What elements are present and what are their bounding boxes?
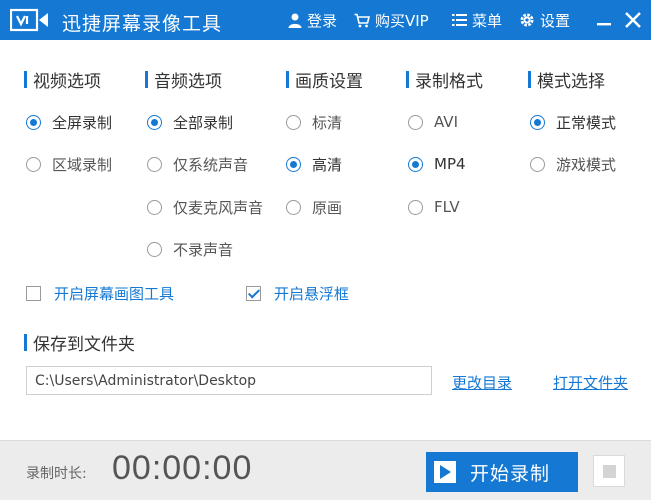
change-directory-link[interactable]: 更改目录 [452,372,512,393]
title-bar: 迅捷屏幕录像工具 登录 购买VIP 菜单 设置 [0,0,651,40]
start-record-label: 开始录制 [470,462,551,485]
radio-no-audio[interactable]: 不录声音 [147,239,233,259]
play-icon [434,461,456,483]
radio-format-avi[interactable]: AVI [408,112,458,132]
save-path-input[interactable] [26,366,432,395]
section-marker [528,70,531,88]
open-folder-link[interactable]: 打开文件夹 [553,372,628,393]
option-label: 不录声音 [173,240,234,259]
radio-original-quality[interactable]: 原画 [286,197,342,217]
radio-button[interactable] [530,114,545,130]
option-label: 正常模式 [556,113,617,132]
radio-record-all-audio[interactable]: 全部录制 [147,112,233,132]
radio-button[interactable] [286,114,301,130]
option-label: AVI [434,113,458,131]
float-frame-label[interactable]: 开启悬浮框 [274,283,349,304]
option-label: 仅系统声音 [173,155,249,174]
option-label: FLV [434,198,460,216]
buy-vip-button[interactable]: 购买VIP [354,10,429,30]
section-title: 视频选项 [33,71,101,92]
section-title: 画质设置 [295,71,363,92]
radio-button[interactable] [147,241,162,257]
radio-fullscreen-record[interactable]: 全屏录制 [26,112,112,132]
radio-standard-quality[interactable]: 标清 [286,112,342,132]
section-marker [145,70,148,88]
video-options-header: 视频选项 [24,69,101,92]
option-label: 标清 [312,113,343,132]
app-logo-icon [10,8,48,32]
user-icon [288,13,302,28]
stop-record-button[interactable] [593,455,625,487]
duration-label: 录制时长: [26,466,87,482]
cart-icon [354,13,370,27]
draw-tool-checkbox-row[interactable]: 开启屏幕画图工具 [26,283,174,303]
start-record-button[interactable]: 开始录制 [426,452,578,492]
bottom-bar: 录制时长: 00:00:00 开始录制 [0,440,651,500]
vip-label: 购买VIP [375,11,429,30]
radio-mic-audio-only[interactable]: 仅麦克风声音 [147,197,263,217]
save-folder-header: 保存到文件夹 [24,332,135,355]
option-label: 游戏模式 [556,155,617,174]
stop-icon [602,464,616,478]
section-marker [406,70,409,88]
radio-button[interactable] [286,156,301,172]
option-label: 仅麦克风声音 [173,198,264,217]
radio-button[interactable] [408,156,423,172]
record-format-header: 录制格式 [406,69,483,92]
radio-button[interactable] [286,199,301,215]
menu-button[interactable]: 菜单 [452,10,502,30]
option-label: 区域录制 [52,155,113,174]
draw-tool-label[interactable]: 开启屏幕画图工具 [54,283,174,304]
radio-button[interactable] [26,156,41,172]
minimize-icon[interactable] [591,7,617,33]
close-icon[interactable] [620,7,646,33]
audio-options-header: 音频选项 [145,69,222,92]
mode-select-header: 模式选择 [528,69,605,92]
radio-button[interactable] [530,156,545,172]
radio-button[interactable] [408,114,423,130]
duration-timer: 00:00:00 [112,449,253,487]
radio-format-mp4[interactable]: MP4 [408,154,466,174]
menu-label: 菜单 [472,11,503,30]
draw-tool-checkbox[interactable] [26,285,41,301]
section-title: 模式选择 [537,71,605,92]
float-frame-checkbox[interactable] [246,285,261,301]
section-title: 录制格式 [415,71,483,92]
app-title: 迅捷屏幕录像工具 [62,13,223,35]
section-marker [24,333,27,351]
login-label: 登录 [307,11,338,30]
option-label: 全屏录制 [52,113,113,132]
settings-label: 设置 [540,11,571,30]
radio-region-record[interactable]: 区域录制 [26,154,112,174]
radio-button[interactable] [147,156,162,172]
section-marker [286,70,289,88]
section-title: 保存到文件夹 [33,334,135,355]
section-marker [24,70,27,88]
radio-format-flv[interactable]: FLV [408,197,460,217]
option-label: MP4 [434,155,466,173]
radio-high-quality[interactable]: 高清 [286,154,342,174]
option-label: 高清 [312,155,343,174]
float-frame-checkbox-row[interactable]: 开启悬浮框 [246,283,349,303]
gear-icon [520,13,534,27]
radio-button[interactable] [147,114,162,130]
list-icon [452,14,467,26]
settings-button[interactable]: 设置 [519,10,570,30]
section-title: 音频选项 [154,71,222,92]
radio-game-mode[interactable]: 游戏模式 [530,154,616,174]
radio-normal-mode[interactable]: 正常模式 [530,112,616,132]
radio-button[interactable] [147,199,162,215]
radio-button[interactable] [408,199,423,215]
option-label: 原画 [312,198,343,217]
login-button[interactable]: 登录 [288,10,337,30]
radio-button[interactable] [26,114,41,130]
radio-system-audio-only[interactable]: 仅系统声音 [147,154,248,174]
option-label: 全部录制 [173,113,234,132]
quality-settings-header: 画质设置 [286,69,363,92]
